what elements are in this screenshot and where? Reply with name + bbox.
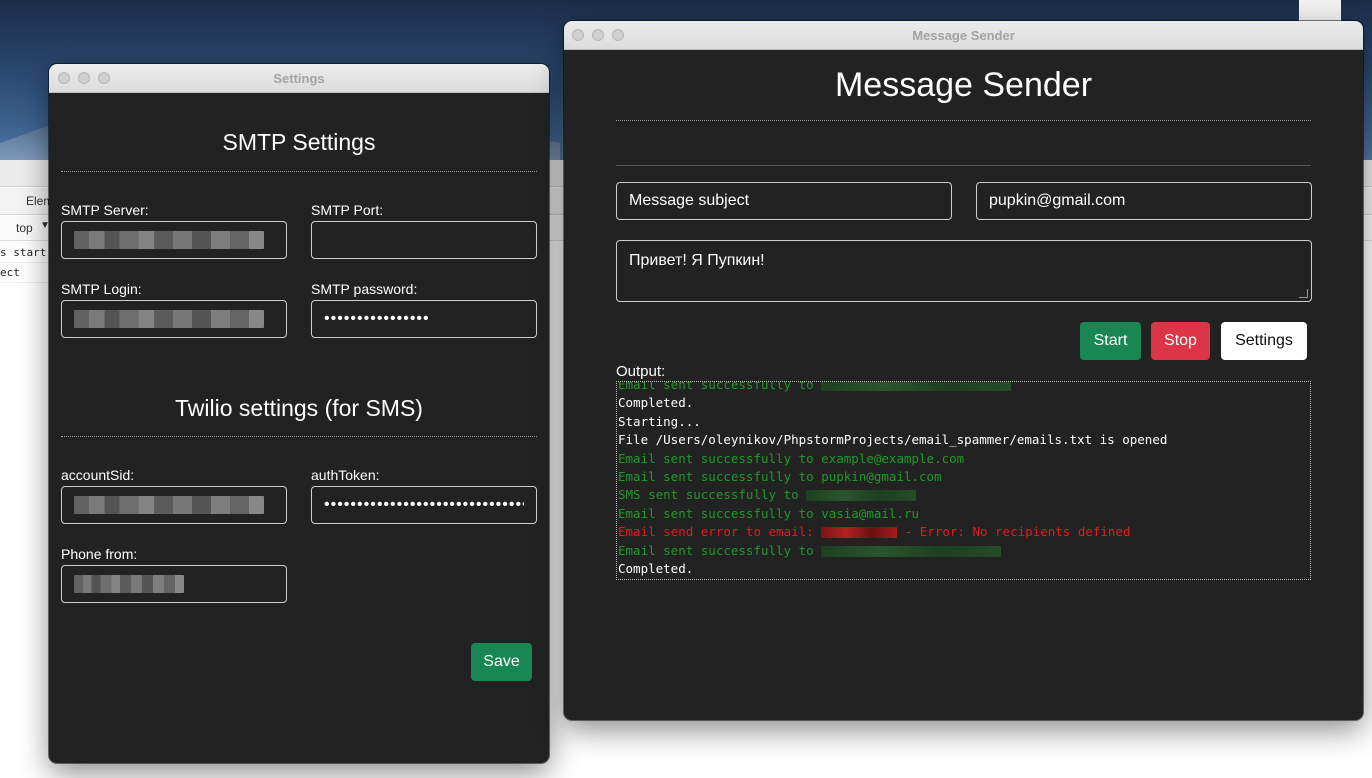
masked-password: •••••••••••••••• — [324, 310, 430, 327]
message-text: Привет! Я Пупкин! — [629, 252, 765, 269]
log-line: File /Users/oleynikov/PhpstormProjects/e… — [618, 432, 1168, 448]
background-window-edge — [1299, 0, 1341, 22]
redacted-value — [74, 231, 264, 249]
save-button[interactable]: Save — [471, 643, 532, 681]
log-line: Completed. — [618, 395, 694, 411]
smtp-port-label: SMTP Port: — [311, 202, 384, 218]
redacted-value — [74, 575, 184, 593]
divider — [616, 120, 1311, 121]
log-line: Email sent successfully to pupkin@gmail.… — [618, 468, 942, 484]
log-line: Email sent successfully to — [617, 542, 1310, 560]
smtp-settings-heading: SMTP Settings — [222, 129, 376, 155]
sender-titlebar[interactable]: Message Sender — [564, 21, 1363, 50]
redacted-email — [821, 382, 1012, 391]
settings-window: Settings SMTP Settings SMTP Server: SMTP… — [49, 64, 549, 763]
redacted-value — [74, 496, 264, 514]
phone-from-label: Phone from: — [61, 546, 138, 562]
redacted-value — [74, 310, 264, 328]
console-line: ect — [0, 264, 52, 283]
twilio-settings-heading: Twilio settings (for SMS) — [175, 395, 423, 421]
log-line: Email sent successfully to vasia@mail.ru — [618, 505, 920, 521]
redacted-email — [821, 545, 1002, 557]
redacted-phone — [806, 490, 917, 502]
log-line: Starting... — [618, 413, 701, 429]
window-title: Settings — [273, 71, 325, 86]
smtp-login-label: SMTP Login: — [61, 281, 142, 297]
message-textarea[interactable]: Привет! Я Пупкин! — [616, 240, 1312, 302]
output-label: Output: — [616, 363, 666, 380]
context-selector[interactable]: top — [16, 221, 33, 235]
console-line: s start — [0, 244, 52, 263]
auth-token-input[interactable]: •••••••••••••••••••••••••••••••• — [311, 486, 537, 524]
recipient-email-input[interactable]: pupkin@gmail.com — [976, 182, 1312, 220]
smtp-login-input[interactable] — [61, 300, 287, 338]
smtp-server-input[interactable] — [61, 221, 287, 259]
settings-titlebar[interactable]: Settings — [49, 64, 549, 93]
log-line: Email send error to email: - Error: No r… — [618, 524, 1131, 540]
message-sender-window: Message Sender Message Sender Message su… — [564, 21, 1363, 720]
log-line: Completed. — [618, 560, 694, 576]
smtp-port-input[interactable] — [311, 221, 537, 259]
log-line: Email sent successfully to example@examp… — [618, 450, 965, 466]
divider — [616, 165, 1311, 166]
output-log[interactable]: Email sent successfully to Completed. St… — [616, 381, 1311, 580]
log-line: Email sent successfully to — [617, 382, 1310, 394]
divider — [61, 436, 537, 437]
log-line: SMS sent successfully to — [617, 486, 1310, 504]
resize-grip-icon[interactable] — [1299, 289, 1308, 298]
page-title: Message Sender — [834, 66, 1093, 104]
masked-token: •••••••••••••••••••••••••••••••• — [324, 496, 524, 513]
smtp-password-label: SMTP password: — [311, 281, 418, 297]
account-sid-label: accountSid: — [61, 467, 135, 483]
divider — [61, 171, 537, 172]
smtp-password-input[interactable]: •••••••••••••••• — [311, 300, 537, 338]
subject-input[interactable]: Message subject — [616, 182, 952, 220]
start-button[interactable]: Start — [1080, 322, 1141, 360]
phone-from-input[interactable] — [61, 565, 287, 603]
redacted-email — [821, 527, 898, 539]
settings-button[interactable]: Settings — [1221, 322, 1307, 360]
auth-token-label: authToken: — [311, 467, 380, 483]
account-sid-input[interactable] — [61, 486, 287, 524]
window-title: Message Sender — [912, 28, 1015, 43]
smtp-server-label: SMTP Server: — [61, 202, 149, 218]
stop-button[interactable]: Stop — [1151, 322, 1210, 360]
